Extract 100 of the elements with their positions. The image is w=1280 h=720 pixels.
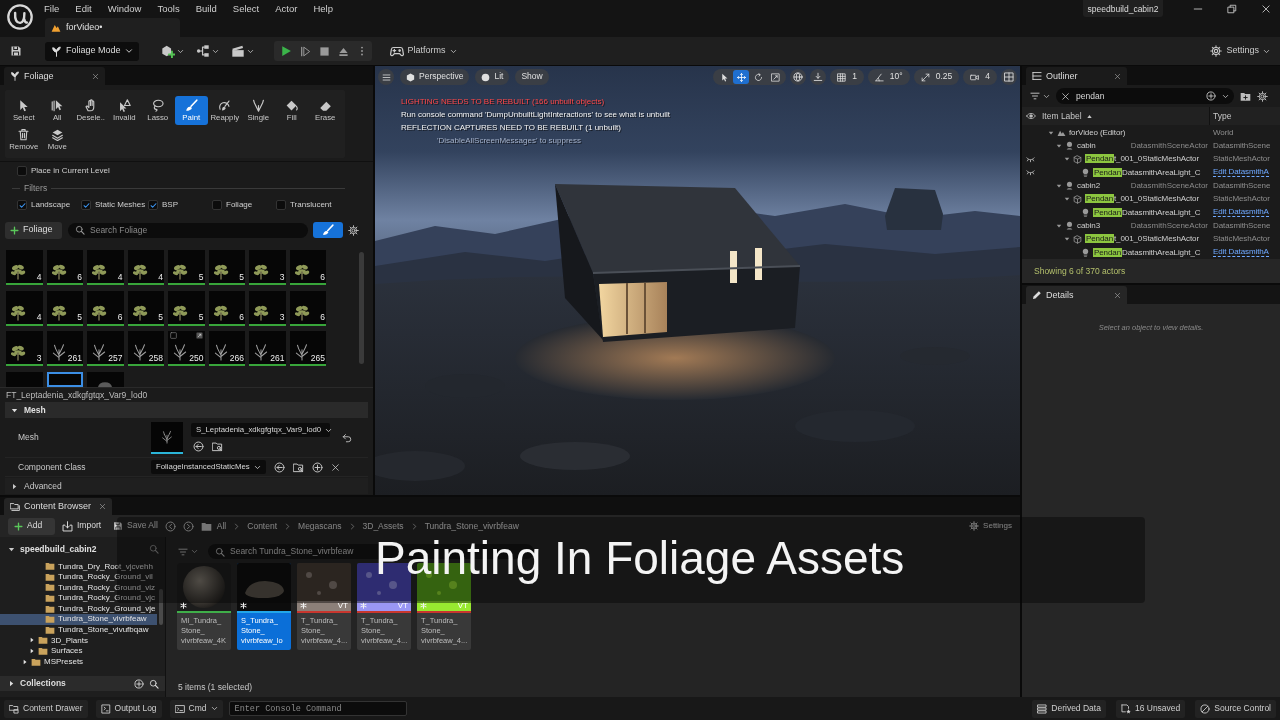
item-label[interactable]: Pendant_001_0StaticMeshActor — [1085, 154, 1199, 165]
foliage-tile[interactable]: 3 — [249, 290, 286, 326]
settings-icon[interactable] — [1257, 90, 1268, 102]
close-icon[interactable] — [1114, 72, 1121, 80]
breadcrumb-link[interactable]: Tundra_Stone_vivrbfeaw — [424, 520, 519, 532]
caret-icon[interactable] — [8, 545, 15, 553]
search-input[interactable]: Search Tundra_Stone_vivrbfeaw — [230, 546, 362, 557]
blueprint-button[interactable] — [195, 44, 219, 58]
foliage-tile[interactable]: 5 — [168, 250, 205, 285]
item-label[interactable]: PendanDatasmithAreaLight_C — [1093, 207, 1201, 218]
foliage-tile[interactable]: 257 — [87, 331, 124, 366]
section-header[interactable]: Mesh — [5, 402, 368, 418]
add-actor-button[interactable] — [160, 44, 184, 58]
visibility-icon[interactable] — [1026, 111, 1036, 121]
caret-icon[interactable] — [1048, 129, 1054, 136]
transform-tool-button[interactable] — [733, 70, 750, 84]
scale-snap-button[interactable]: 0.25 — [913, 69, 960, 85]
item-label[interactable]: cabin2 — [1077, 181, 1100, 191]
back-icon[interactable] — [164, 520, 176, 532]
search-bar[interactable]: pendan — [1056, 88, 1234, 104]
foliage-tile[interactable]: 6 — [87, 290, 124, 326]
edit-link[interactable]: Edit DatasmithA — [1213, 247, 1269, 257]
add-foliage-button[interactable]: Foliage — [5, 221, 62, 239]
item-label[interactable]: Pendant_001_0StaticMeshActor — [1085, 234, 1199, 244]
add-button[interactable]: Add — [8, 517, 55, 535]
item-label[interactable]: cabin — [1077, 141, 1096, 151]
checkbox[interactable] — [17, 200, 27, 210]
checkbox-label[interactable]: Landscape — [31, 200, 71, 210]
folder-item[interactable]: Tundra_Rocky_Ground_vje — [0, 603, 157, 614]
checkbox-label[interactable]: Translucent — [290, 200, 332, 210]
foliage-tile[interactable]: 5 — [46, 290, 83, 326]
folder-item[interactable]: 3D_Plants — [0, 635, 157, 646]
foliage-tile[interactable]: 261 — [249, 331, 286, 366]
reset-icon[interactable] — [342, 432, 352, 443]
settings-button[interactable]: Settings — [1210, 45, 1270, 57]
foliage-tile[interactable] — [87, 371, 124, 387]
checkbox[interactable] — [212, 200, 222, 210]
foliage-tile[interactable]: 5 — [127, 290, 164, 326]
command-dropdown[interactable]: Cmd — [169, 699, 223, 718]
foliage-tile[interactable]: 4 — [127, 250, 164, 285]
view-mode-button[interactable]: Lit — [475, 69, 510, 85]
output-log-button[interactable]: Output Log — [95, 699, 162, 718]
edit-link[interactable]: Edit DatasmithA — [1213, 207, 1269, 217]
item-label[interactable]: forVideo (Editor) — [1069, 127, 1126, 138]
mesh-thumbnail[interactable] — [151, 421, 183, 454]
checkbox-label[interactable]: Foliage — [226, 200, 253, 210]
panel-tab[interactable]: Foliage — [4, 67, 105, 85]
camera-speed-button[interactable]: 4 — [963, 69, 997, 85]
menu-item[interactable]: Build — [195, 3, 217, 15]
clear-icon[interactable] — [330, 462, 340, 472]
brush-toggle-button[interactable] — [313, 222, 343, 238]
foliage-tile[interactable]: 4 — [6, 290, 43, 326]
add-icon[interactable] — [311, 461, 323, 473]
menu-item[interactable]: Actor — [275, 3, 298, 15]
cinematics-button[interactable] — [230, 44, 254, 58]
checkbox-label[interactable]: Static Meshes — [95, 200, 146, 210]
foliage-tile[interactable]: 3 — [249, 250, 286, 285]
section-header[interactable]: Advanced — [5, 478, 368, 494]
caret-icon[interactable] — [1056, 182, 1062, 189]
search-bar[interactable]: Search Foliage — [68, 222, 308, 238]
checkbox[interactable] — [148, 200, 158, 210]
column-header[interactable]: Item Label — [1040, 107, 1210, 125]
search-input[interactable]: Search Foliage — [90, 224, 301, 236]
caret-icon[interactable] — [1064, 156, 1070, 163]
breadcrumb-link[interactable]: Content — [247, 520, 278, 532]
menu-item[interactable]: Edit — [75, 3, 92, 15]
menu-item[interactable]: File — [44, 3, 60, 15]
panel-tab[interactable]: Outliner — [1026, 67, 1127, 85]
search-icon[interactable] — [149, 678, 159, 689]
breadcrumb-link[interactable]: 3D_Assets — [362, 520, 404, 532]
edit-link[interactable]: Edit DatasmithA — [1213, 168, 1269, 178]
foliage-tile[interactable]: 3 — [6, 331, 43, 366]
item-label[interactable]: Pendant_001_0StaticMeshActor — [1085, 194, 1199, 204]
grid-snap-button[interactable]: 1 — [830, 69, 864, 85]
save-icon[interactable] — [10, 45, 22, 57]
foliage-tile[interactable]: 6 — [289, 250, 326, 285]
item-label[interactable]: PendanDatasmithAreaLight_C — [1093, 167, 1201, 178]
caret-icon[interactable] — [1056, 222, 1062, 229]
foliage-tile[interactable] — [6, 371, 43, 387]
folder-item[interactable]: Tundra_Rocky_Ground_vil — [0, 571, 157, 583]
hidden-eye-icon[interactable] — [1026, 154, 1035, 164]
item-label[interactable]: cabin3 — [1077, 220, 1100, 231]
folder-item[interactable]: Tundra_Dry_Root_vjcvehh — [0, 561, 157, 572]
folder-item[interactable]: Tundra_Rocky_Ground_viz — [0, 582, 157, 593]
scrollbar[interactable] — [359, 252, 364, 364]
show-menu-button[interactable]: Show — [515, 69, 549, 85]
mode-dropdown[interactable]: Foliage Mode — [45, 41, 139, 61]
eject-icon[interactable] — [337, 45, 349, 57]
filter-button[interactable] — [1030, 91, 1050, 101]
browse-icon[interactable] — [292, 461, 304, 473]
close-icon[interactable] — [92, 72, 99, 80]
checkbox[interactable] — [276, 200, 286, 210]
checkbox[interactable] — [17, 166, 27, 176]
foliage-tile[interactable]: 6 — [46, 250, 83, 285]
use-selected-icon[interactable] — [273, 461, 285, 473]
panel-tab[interactable]: Details — [1026, 286, 1127, 304]
collections-header[interactable]: Collections — [0, 676, 165, 691]
platforms-button[interactable]: Platforms — [389, 44, 457, 58]
foliage-tile[interactable]: 250 — [168, 331, 205, 366]
scrollbar[interactable] — [159, 589, 163, 625]
